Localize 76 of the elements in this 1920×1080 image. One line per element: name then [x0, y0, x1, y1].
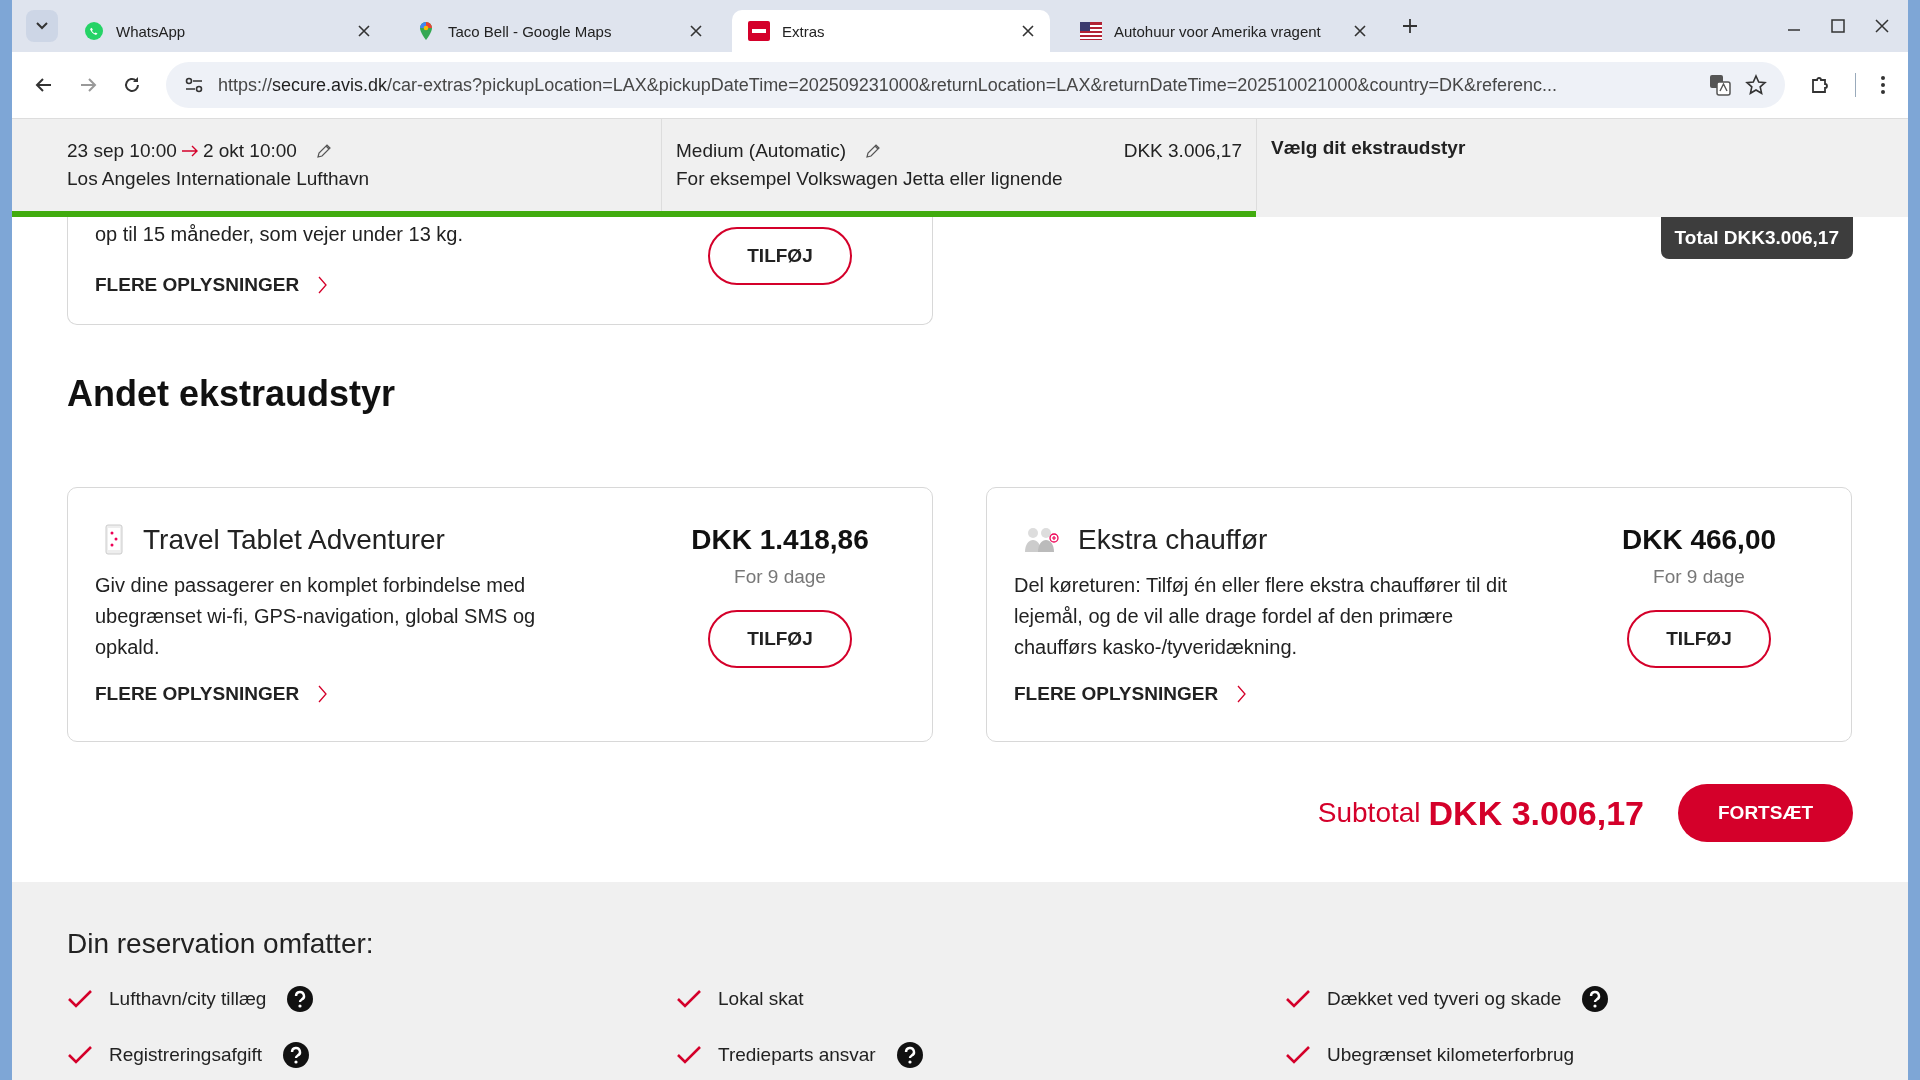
car-example: For eksempel Volkswagen Jetta eller lignende: [676, 168, 1064, 190]
edit-icon[interactable]: [314, 142, 333, 160]
chevron-right-icon: [317, 685, 328, 703]
close-icon[interactable]: [1022, 25, 1034, 37]
help-icon[interactable]: [895, 1041, 924, 1069]
extra-description: Del køreturen: Tilføj én eller flere ekstra chauffører til dit lejemål, og de vil alle drage fordel af den primære chaufførs kasko-/tyveridækning.: [1014, 573, 1509, 660]
included-item: Ubegrænset kilometerforbrug: [1327, 1044, 1575, 1066]
flag-icon: [1080, 22, 1102, 40]
translate-icon[interactable]: [1709, 74, 1731, 96]
more-info-link[interactable]: FLERE OPLYSNINGER: [95, 683, 655, 705]
star-icon[interactable]: [1745, 74, 1767, 96]
subtotal-label: Subtotal: [1317, 797, 1421, 829]
help-icon[interactable]: [286, 985, 315, 1013]
included-item: Dækket ved tyveri og skade: [1327, 988, 1562, 1010]
add-button[interactable]: TILFØJ: [708, 610, 852, 668]
includes-title: Din reservation omfatter:: [67, 928, 375, 960]
new-tab-icon[interactable]: [1402, 18, 1418, 34]
check-icon: [1285, 989, 1311, 1009]
check-icon: [1285, 1045, 1311, 1065]
whatsapp-icon: [84, 21, 104, 41]
close-icon[interactable]: [690, 25, 702, 37]
more-info-link[interactable]: FLERE OPLYSNINGER: [1014, 683, 1574, 705]
browser-tab[interactable]: WhatsApp: [68, 10, 386, 52]
chevron-right-icon: [1236, 685, 1247, 703]
site-settings-icon[interactable]: [184, 76, 204, 94]
close-icon[interactable]: [1874, 18, 1890, 34]
return-date: 2 okt 10:00: [202, 140, 297, 162]
extra-price: DKK 1.418,86: [691, 524, 869, 556]
extra-description: Giv dine passagerer en komplet forbindelse med ubegrænset wi-fi, GPS-navigation, global SMS og opkald.: [95, 573, 537, 660]
pickup-date: 23 sep 10:00: [67, 140, 177, 162]
check-icon: [67, 1045, 93, 1065]
extra-title: Ekstra chauffør: [1078, 524, 1268, 556]
maximize-icon[interactable]: [1830, 18, 1846, 34]
extra-description: op til 15 måneder, som vejer under 13 kg.: [95, 222, 464, 247]
address-bar[interactable]: https://secure.avis.dk/car-extras?pickupLocation=LAX&pickupDateTime=202509231000&returnLocation=LAX&returnDateTime=202510021000&country=DK&referenc...: [166, 62, 1785, 108]
subtotal-amount: DKK 3.006,17: [1428, 793, 1644, 833]
browser-tab[interactable]: Taco Bell - Google Maps: [400, 10, 718, 52]
continue-button[interactable]: FORTSÆT: [1678, 784, 1853, 842]
extensions-icon[interactable]: [1809, 74, 1831, 96]
included-item: Registreringsafgift: [109, 1044, 263, 1066]
price-period: For 9 dage: [1653, 566, 1745, 588]
help-icon[interactable]: [1581, 985, 1610, 1013]
url-text: https://secure.avis.dk/car-extras?pickupLocation=LAX&pickupDateTime=202509231000&returnLocation=LAX&returnDateTime=202510021000&country=DK&referenc...: [218, 74, 1558, 96]
browser-tab[interactable]: Autohuur voor Amerika vragent: [1064, 10, 1382, 52]
check-icon: [676, 1045, 702, 1065]
total-badge: Total DKK3.006,17: [1660, 217, 1853, 259]
extra-price: DKK 466,00: [1621, 524, 1777, 556]
current-step: Vælg dit ekstraudstyr: [1271, 137, 1894, 159]
close-icon[interactable]: [1354, 25, 1366, 37]
help-icon[interactable]: [282, 1041, 311, 1069]
tab-list-button[interactable]: [26, 10, 58, 42]
chevron-right-icon: [317, 276, 328, 294]
people-icon: [1022, 525, 1060, 555]
chevron-down-icon: [36, 22, 48, 30]
edit-icon[interactable]: [864, 142, 882, 160]
included-item: Lokal skat: [718, 988, 804, 1010]
menu-icon[interactable]: [1880, 75, 1886, 95]
car-class: Medium (Automatic): [676, 140, 846, 162]
add-button[interactable]: TILFØJ: [708, 227, 852, 285]
extra-title: Travel Tablet Adventurer: [143, 524, 445, 556]
section-title: Andet ekstraudstyr: [67, 373, 397, 415]
location-text: Los Angeles Internationale Lufthavn: [67, 168, 371, 190]
check-icon: [676, 989, 702, 1009]
arrow-icon: [180, 145, 199, 157]
more-info-link[interactable]: FLERE OPLYSNINGER: [95, 274, 655, 296]
close-icon[interactable]: [358, 25, 370, 37]
price-period: For 9 dage: [734, 566, 826, 588]
included-item: Lufthavn/city tillæg: [109, 988, 267, 1010]
check-icon: [67, 989, 93, 1009]
browser-tab[interactable]: Extras: [732, 10, 1050, 52]
tablet-icon: [103, 524, 125, 556]
add-button[interactable]: TILFØJ: [1627, 610, 1771, 668]
car-price: DKK 3.006,17: [1123, 140, 1242, 162]
reload-icon[interactable]: [122, 75, 142, 95]
included-item: Tredieparts ansvar: [718, 1044, 876, 1066]
logo-icon: [748, 21, 770, 41]
